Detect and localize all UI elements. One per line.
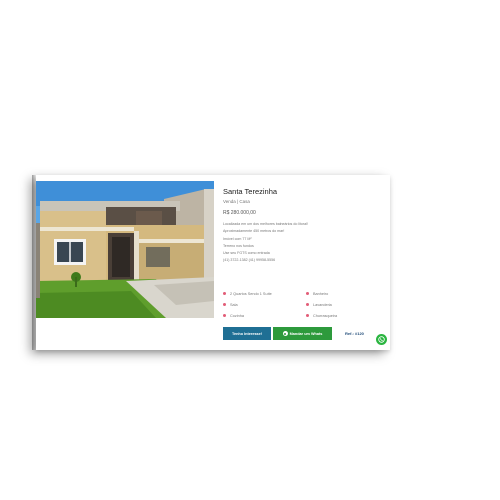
feature-item: Cozinha	[223, 312, 306, 319]
features-list: 2 Quartos Sendo 1 Suíte Banheiro Sala La…	[223, 290, 383, 319]
feature-item: 2 Quartos Sendo 1 Suíte	[223, 290, 306, 297]
feature-item: Lavanderia	[306, 301, 376, 308]
feature-label: 2 Quartos Sendo 1 Suíte	[230, 291, 272, 296]
house-image	[36, 181, 214, 318]
description-line: Aproximadamente 450 metros do mar!	[223, 229, 285, 234]
description-line: Terreno nos fundos	[223, 243, 254, 248]
pink-dot-icon	[306, 303, 309, 306]
whatsapp-button-label: Mandar um Whats	[289, 331, 323, 336]
listing-description: Localizada em um dos melhores balneários…	[223, 221, 383, 265]
property-photo[interactable]	[36, 181, 214, 318]
pink-dot-icon	[306, 292, 309, 295]
whatsapp-icon	[378, 336, 385, 343]
feature-label: Cozinha	[230, 313, 244, 318]
listing-ref: Ref.: #120	[345, 331, 364, 336]
whatsapp-icon	[282, 331, 288, 336]
description-line: (41) 3722-1382 (41) 99958-5556	[223, 258, 276, 263]
listing-price: R$ 280.000,00	[223, 210, 256, 216]
feature-label: Sala	[230, 302, 238, 307]
feature-item: Churrasqueira	[306, 312, 376, 319]
description-line: Imóvel com 77 M²	[223, 236, 252, 241]
listing-type: Venda | Casa	[223, 199, 250, 204]
description-line: Use seu FGTS como entrada	[223, 251, 270, 256]
feature-label: Churrasqueira	[313, 313, 338, 318]
whatsapp-button[interactable]: Mandar um Whats	[273, 327, 332, 340]
feature-label: Lavanderia	[313, 302, 332, 307]
pink-dot-icon	[223, 292, 226, 295]
description-line: Localizada em um dos melhores balneários…	[223, 222, 308, 226]
interest-button[interactable]: Tenho Interesse!	[223, 327, 271, 340]
property-card: Santa Terezinha Venda | Casa R$ 280.000,…	[32, 175, 390, 350]
listing-title: Santa Terezinha	[223, 187, 278, 196]
listing-info: Santa Terezinha Venda | Casa R$ 280.000,…	[223, 187, 383, 265]
whatsapp-float-button[interactable]	[376, 334, 387, 345]
feature-item: Sala	[223, 301, 306, 308]
pink-dot-icon	[306, 314, 309, 317]
pink-dot-icon	[223, 314, 226, 317]
pink-dot-icon	[223, 303, 226, 306]
feature-label: Banheiro	[313, 291, 329, 296]
feature-item: Banheiro	[306, 290, 376, 297]
